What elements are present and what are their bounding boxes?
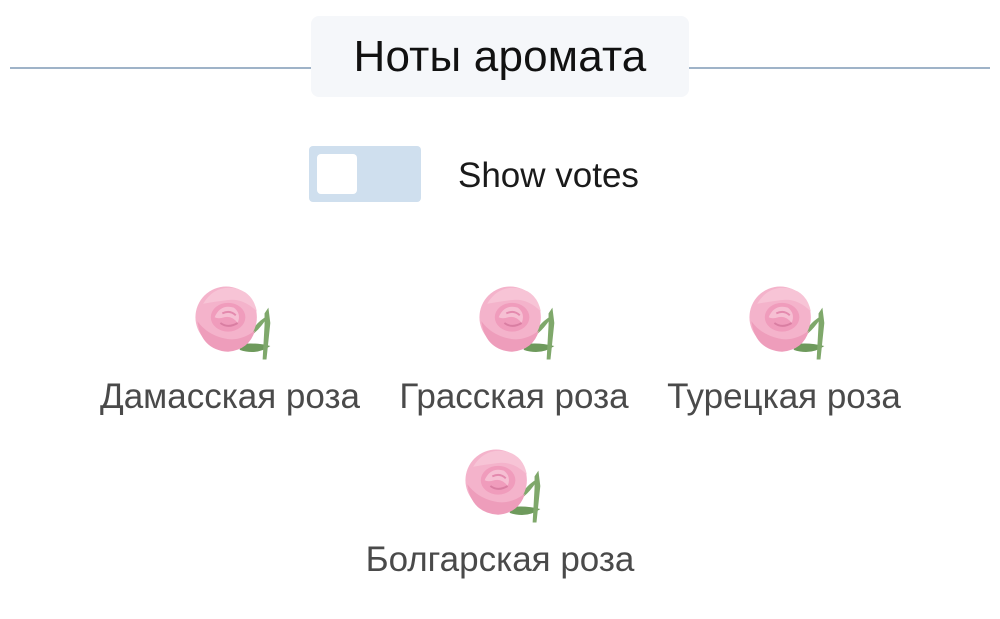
section-title: Ноты аромата	[353, 31, 647, 81]
note-name: Дамасская роза	[100, 377, 360, 416]
header-divider-right	[688, 67, 990, 69]
note-name: Болгарская роза	[365, 540, 635, 579]
show-votes-label: Show votes	[458, 156, 639, 195]
rose-icon	[465, 449, 541, 523]
note-item-turkish-rose[interactable]: Турецкая роза	[639, 275, 929, 417]
note-item-grasse-rose[interactable]: Грасская роза	[369, 275, 659, 417]
show-votes-toggle[interactable]	[309, 146, 421, 202]
rose-icon	[195, 286, 271, 360]
rose-icon	[479, 286, 555, 360]
rose-icon	[749, 286, 825, 360]
note-name: Грасская роза	[399, 377, 629, 416]
note-name: Турецкая роза	[667, 377, 901, 416]
toggle-knob	[317, 154, 357, 194]
header-divider-left	[10, 67, 312, 69]
note-item-bulgarian-rose[interactable]: Болгарская роза	[355, 438, 645, 580]
note-item-damask-rose[interactable]: Дамасская роза	[85, 275, 375, 417]
section-header: Ноты аромата	[311, 16, 689, 97]
fragrance-notes-page: Ноты аромата Show votes Дамасская роза Г…	[0, 0, 1000, 619]
